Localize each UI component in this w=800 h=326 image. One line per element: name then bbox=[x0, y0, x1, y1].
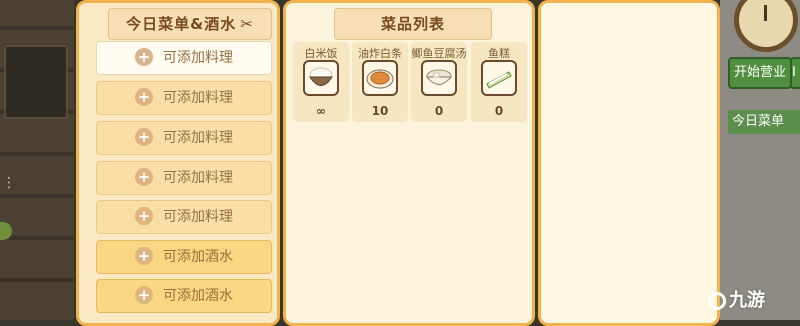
leaf-decoration bbox=[0, 222, 12, 240]
plus-icon: + bbox=[135, 127, 153, 146]
utensils-icon: ✂ bbox=[240, 15, 254, 33]
dish-count: 0 bbox=[494, 104, 504, 118]
tofu-soup-bowl-icon bbox=[421, 60, 457, 96]
plus-icon: + bbox=[135, 285, 153, 304]
slot-label: 可添加料理 bbox=[163, 90, 233, 106]
fish-cake-icon bbox=[481, 60, 517, 96]
dish-card[interactable]: 白米饭 ∞ bbox=[293, 42, 349, 122]
plus-icon: + bbox=[135, 246, 153, 265]
slot-label: 可添加酒水 bbox=[163, 288, 233, 304]
dish-name: 鱼糕 bbox=[488, 47, 510, 60]
add-drink-slot[interactable]: + 可添加酒水 bbox=[96, 240, 272, 274]
detail-panel bbox=[538, 0, 720, 326]
today-menu-title: 今日菜单&酒水 ✂ bbox=[108, 8, 272, 40]
slot-label: 可添加料理 bbox=[163, 130, 233, 146]
dish-card[interactable]: 鱼糕 0 bbox=[471, 42, 527, 122]
dish-count: ∞ bbox=[316, 104, 326, 118]
background-glyph: ⋮ bbox=[2, 175, 16, 191]
today-menu-tab[interactable]: 今日菜单 bbox=[728, 110, 800, 134]
slot-label: 可添加料理 bbox=[163, 50, 233, 66]
add-dish-slot[interactable]: + 可添加料理 bbox=[96, 121, 272, 155]
background-scene-left: ⋮ bbox=[0, 0, 74, 320]
dish-card[interactable]: 鲫鱼豆腐汤 0 bbox=[411, 42, 467, 122]
watermark: 九游 bbox=[708, 286, 765, 312]
add-dish-slot[interactable]: + 可添加料理 bbox=[96, 41, 272, 75]
dish-name: 白米饭 bbox=[304, 47, 338, 60]
dish-card[interactable]: 油炸白条 10 bbox=[352, 42, 408, 122]
slot-label: 可添加料理 bbox=[163, 209, 233, 225]
dish-name: 鲫鱼豆腐汤 bbox=[411, 47, 467, 60]
secondary-hud-button[interactable]: I bbox=[790, 57, 800, 89]
shelf-decoration bbox=[4, 45, 68, 119]
dish-name: 油炸白条 bbox=[358, 47, 402, 60]
add-dish-slot[interactable]: + 可添加料理 bbox=[96, 81, 272, 115]
plus-icon: + bbox=[135, 87, 153, 106]
add-dish-slot[interactable]: + 可添加料理 bbox=[96, 161, 272, 195]
plus-icon: + bbox=[135, 47, 153, 66]
dish-count: 10 bbox=[371, 104, 389, 118]
rice-bowl-icon bbox=[303, 60, 339, 96]
start-business-button[interactable]: 开始营业 bbox=[728, 57, 792, 89]
plus-icon: + bbox=[135, 206, 153, 225]
dish-list-title: 菜品列表 bbox=[334, 8, 492, 40]
fried-fish-plate-icon bbox=[362, 60, 398, 96]
plus-icon: + bbox=[135, 167, 153, 186]
add-dish-slot[interactable]: + 可添加料理 bbox=[96, 200, 272, 234]
add-drink-slot[interactable]: + 可添加酒水 bbox=[96, 279, 272, 313]
slot-label: 可添加料理 bbox=[163, 170, 233, 186]
watermark-logo-icon bbox=[708, 292, 726, 310]
slot-label: 可添加酒水 bbox=[163, 249, 233, 265]
dish-count: 0 bbox=[434, 104, 444, 118]
